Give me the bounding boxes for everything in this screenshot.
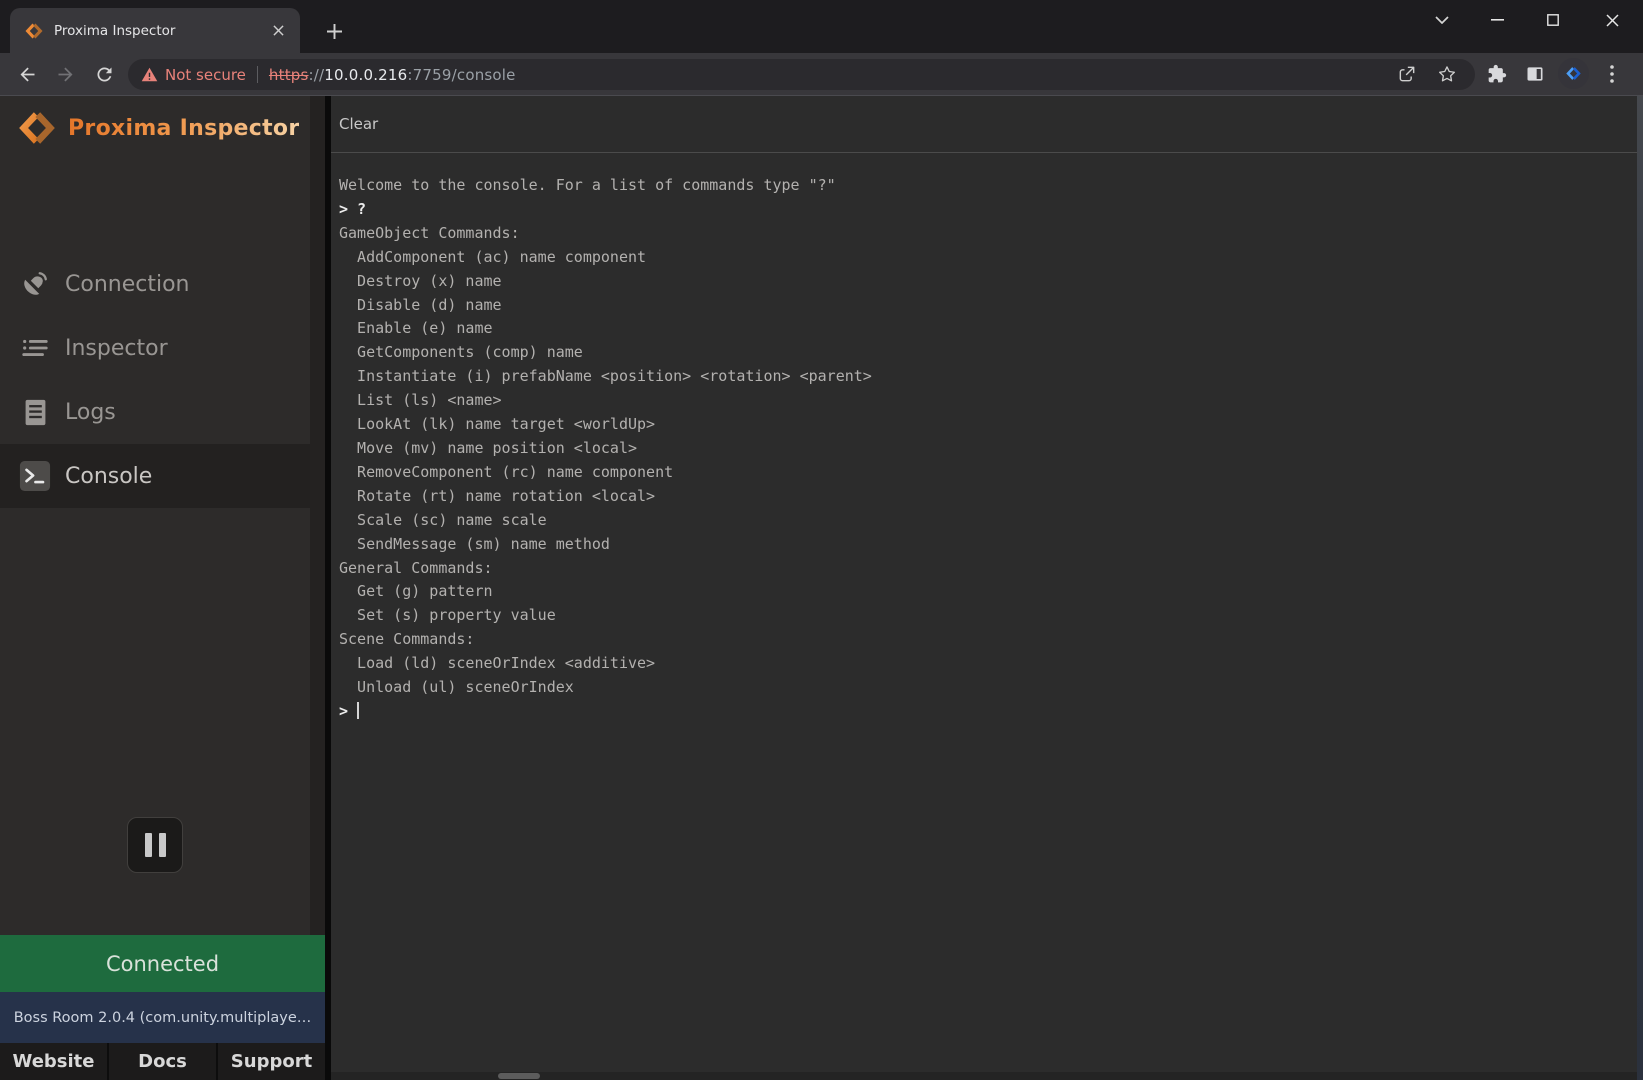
console-line: Scale (sc) name scale [339, 509, 1623, 533]
console-line: LookAt (lk) name target <worldUp> [339, 413, 1623, 437]
bookmark-star-icon[interactable] [1432, 59, 1462, 89]
console-prompt[interactable]: > [339, 700, 1623, 724]
console-line: Move (mv) name position <local> [339, 437, 1623, 461]
new-tab-button[interactable] [320, 17, 348, 45]
url-text: https://10.0.0.216:7759/console [269, 66, 516, 84]
console-line: List (ls) <name> [339, 389, 1623, 413]
footer-links: WebsiteDocsSupport [0, 1043, 325, 1080]
brand: Proxima Inspector [16, 105, 299, 151]
logs-icon [18, 398, 52, 427]
console-line: Disable (d) name [339, 294, 1623, 318]
console-log: Welcome to the console. For a list of co… [339, 174, 1623, 724]
not-secure-label: Not secure [165, 66, 246, 84]
tab-title: Proxima Inspector [54, 23, 258, 39]
sidebar-item-label: Connection [65, 272, 189, 297]
terminal-icon [18, 460, 52, 492]
tab-close-icon[interactable] [268, 21, 288, 41]
browser-tab[interactable]: Proxima Inspector [10, 8, 300, 53]
forward-button[interactable] [50, 59, 80, 89]
list-icon [18, 333, 52, 363]
address-bar[interactable]: Not secure https://10.0.0.216:7759/conso… [128, 59, 1475, 90]
console-line: Welcome to the console. For a list of co… [339, 174, 1623, 198]
console-line: Unload (ul) sceneOrIndex [339, 676, 1623, 700]
footer-link-website[interactable]: Website [0, 1043, 107, 1080]
satellite-icon [18, 269, 52, 299]
sidebar-item-label: Inspector [65, 336, 168, 361]
sidebar-item-connection[interactable]: Connection [0, 252, 325, 316]
connection-status-bar: Connected [0, 935, 325, 992]
clear-button[interactable]: Clear [339, 109, 390, 139]
vertical-scrollbar[interactable] [1637, 96, 1643, 1080]
project-label: Boss Room 2.0.4 (com.unity.multiplaye… [14, 1010, 312, 1026]
url-scheme: https [269, 66, 309, 84]
console-line: Load (ld) sceneOrIndex <additive> [339, 652, 1623, 676]
console-line: > ? [339, 198, 1623, 222]
sidebar: Proxima Inspector Connection Inspector Log… [0, 96, 325, 1080]
console-header: Clear [331, 96, 1643, 153]
tab-strip: Proxima Inspector [0, 0, 1643, 53]
console-line: SendMessage (sm) name method [339, 533, 1623, 557]
sidebar-item-console[interactable]: Console [0, 444, 325, 508]
extensions-puzzle-icon[interactable] [1482, 59, 1512, 89]
window-maximize-button[interactable] [1532, 5, 1574, 35]
url-scheme-rest: :// [309, 66, 325, 84]
side-panel-icon[interactable] [1520, 59, 1550, 89]
console-line: Scene Commands: [339, 628, 1623, 652]
pause-button[interactable] [127, 817, 183, 873]
console-line: Rotate (rt) name rotation <local> [339, 485, 1623, 509]
console-line: Set (s) property value [339, 604, 1623, 628]
sidebar-nav: Connection Inspector Logs Console [0, 252, 325, 508]
sidebar-item-inspector[interactable]: Inspector [0, 316, 325, 380]
proxima-favicon-icon [24, 21, 44, 41]
footer-link-docs[interactable]: Docs [109, 1043, 216, 1080]
console-line: AddComponent (ac) name component [339, 246, 1623, 270]
browser-window: Proxima Inspector N [0, 0, 1643, 1080]
text-cursor [357, 702, 359, 719]
window-minimize-button[interactable] [1476, 5, 1518, 35]
share-icon[interactable] [1392, 59, 1422, 89]
proxima-logo-icon [16, 107, 58, 149]
sidebar-item-label: Logs [65, 400, 116, 425]
console-panel: Clear Welcome to the console. For a list… [331, 96, 1643, 1080]
warning-triangle-icon [141, 67, 158, 82]
url-divider [257, 66, 258, 83]
sidebar-item-label: Console [65, 464, 152, 489]
url-path: :7759/console [407, 66, 515, 84]
back-button[interactable] [12, 59, 42, 89]
status-label: Connected [106, 952, 219, 976]
window-close-button[interactable] [1591, 5, 1633, 35]
horizontal-scrollbar [331, 1072, 1637, 1080]
brand-title: Proxima Inspector [68, 116, 299, 141]
console-line: Instantiate (i) prefabName <position> <r… [339, 365, 1623, 389]
console-line: RemoveComponent (rc) name component [339, 461, 1623, 485]
pause-icon [145, 833, 152, 857]
sidebar-scrollbar-track[interactable] [310, 96, 325, 939]
console-line: Get (g) pattern [339, 580, 1623, 604]
reload-button[interactable] [89, 59, 119, 89]
footer-link-support[interactable]: Support [218, 1043, 325, 1080]
horizontal-scrollbar-thumb[interactable] [498, 1073, 540, 1079]
project-info-bar: Boss Room 2.0.4 (com.unity.multiplaye… [0, 992, 325, 1043]
browser-menu-icon[interactable] [1597, 59, 1627, 89]
console-line: General Commands: [339, 557, 1623, 581]
console-line: Enable (e) name [339, 317, 1623, 341]
tab-search-chevron-icon[interactable] [1421, 5, 1463, 35]
console-line: GameObject Commands: [339, 222, 1623, 246]
console-line: Destroy (x) name [339, 270, 1623, 294]
url-host: 10.0.0.216 [324, 66, 407, 84]
console-line: GetComponents (comp) name [339, 341, 1623, 365]
sidebar-item-logs[interactable]: Logs [0, 380, 325, 444]
profile-avatar[interactable] [1558, 58, 1589, 89]
